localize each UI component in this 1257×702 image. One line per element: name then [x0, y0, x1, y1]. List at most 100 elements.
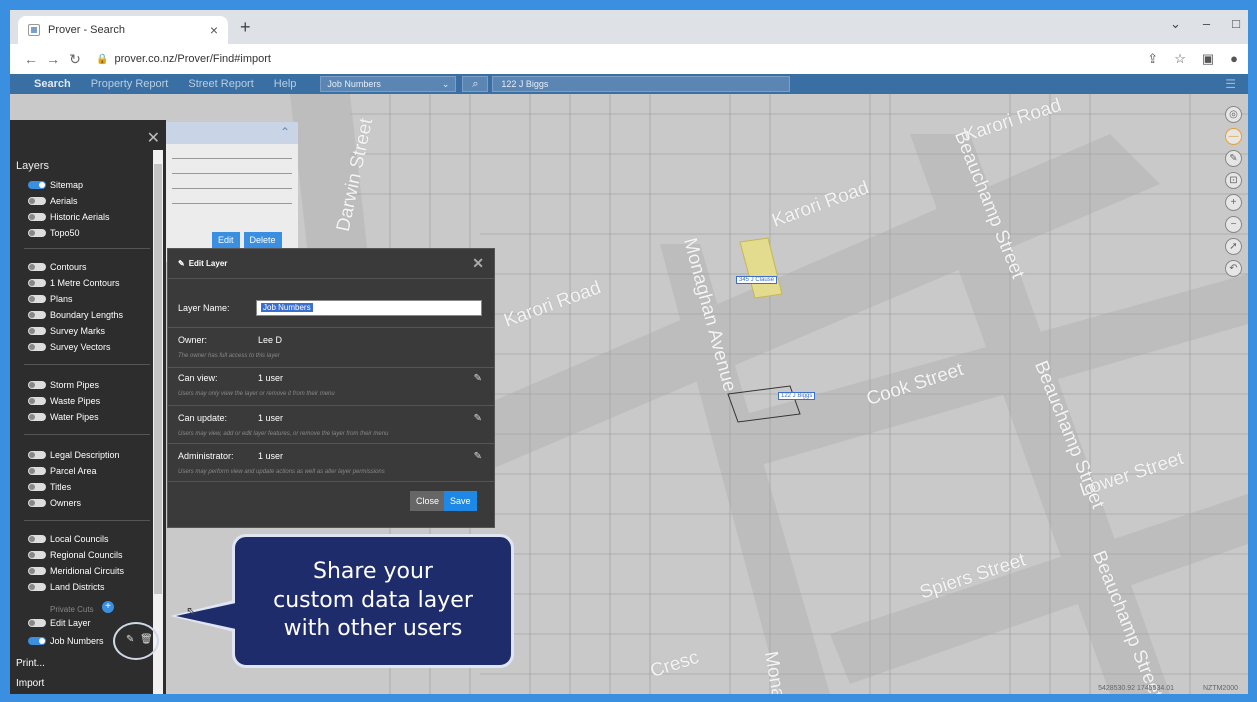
layer-toggle[interactable]: Meridional Circuits: [28, 566, 124, 576]
sidepanel-icon[interactable]: ▣: [1202, 51, 1214, 67]
toggle-icon[interactable]: [28, 451, 46, 459]
layer-toggle[interactable]: Storm Pipes: [28, 380, 99, 390]
url-field[interactable]: 🔒 prover.co.nz/Prover/Find#import: [96, 53, 271, 65]
toggle-icon[interactable]: [28, 583, 46, 591]
job-tag[interactable]: 345 J Clause: [736, 276, 778, 284]
toggle-icon[interactable]: [28, 295, 46, 303]
toggle-icon[interactable]: [28, 397, 46, 405]
toggle-icon[interactable]: [28, 499, 46, 507]
toggle-icon[interactable]: [28, 467, 46, 475]
layer-toggle[interactable]: Waste Pipes: [28, 396, 100, 406]
menu-street-report[interactable]: Street Report: [178, 78, 263, 90]
toggle-icon[interactable]: [28, 381, 46, 389]
toggle-icon[interactable]: [28, 327, 46, 335]
layer-toggle[interactable]: Job Numbers: [28, 636, 104, 646]
tab-close-icon[interactable]: ×: [210, 22, 218, 38]
edit-view-permission-icon[interactable]: ✎: [474, 373, 482, 384]
tab-list-icon[interactable]: ⌄: [1170, 16, 1181, 32]
panel-scrollbar[interactable]: [153, 150, 163, 694]
layer-toggle[interactable]: Survey Marks: [28, 326, 105, 336]
toggle-icon[interactable]: [28, 311, 46, 319]
locate-icon[interactable]: ➚: [1225, 238, 1242, 255]
bookmark-star-icon[interactable]: ☆: [1174, 51, 1186, 67]
menu-help[interactable]: Help: [264, 78, 307, 90]
minimize-button[interactable]: –: [1203, 16, 1210, 32]
browser-actions: ⇪ ☆ ▣ ●: [1147, 51, 1238, 67]
layer-toggle[interactable]: Titles: [28, 482, 71, 492]
menu-property-report[interactable]: Property Report: [81, 78, 179, 90]
layer-toggle[interactable]: Topo50: [28, 228, 80, 238]
toggle-icon[interactable]: [28, 213, 46, 221]
layer-toggle[interactable]: Aerials: [28, 196, 78, 206]
toggle-icon[interactable]: [28, 551, 46, 559]
layer-toggle[interactable]: Land Districts: [28, 582, 105, 592]
layer-toggle[interactable]: Survey Vectors: [28, 342, 111, 352]
coordinate-readout: 5428530.92 1745534.01: [1098, 685, 1174, 692]
layer-toggle[interactable]: Plans: [28, 294, 73, 304]
layer-toggle[interactable]: Contours: [28, 262, 87, 272]
layer-toggle[interactable]: Boundary Lengths: [28, 310, 123, 320]
results-header[interactable]: ⌃: [166, 122, 298, 144]
close-button[interactable]: Close: [410, 491, 446, 511]
chevron-up-icon[interactable]: ⌃: [280, 125, 290, 139]
share-icon[interactable]: ⇪: [1147, 51, 1158, 67]
layer-select-dropdown[interactable]: Job Numbers ⌄: [320, 76, 457, 92]
toggle-icon[interactable]: [28, 181, 46, 189]
measure-icon[interactable]: —: [1225, 128, 1242, 145]
forward-icon[interactable]: →: [42, 51, 64, 67]
toggle-icon[interactable]: [28, 413, 46, 421]
toggle-icon[interactable]: [28, 619, 46, 627]
toggle-icon[interactable]: [28, 483, 46, 491]
toggle-icon[interactable]: [28, 567, 46, 575]
compass-icon[interactable]: ◎: [1225, 106, 1242, 123]
save-button[interactable]: Save: [444, 491, 477, 511]
toggle-icon[interactable]: [28, 343, 46, 351]
import-link[interactable]: Import: [16, 678, 44, 689]
toggle-icon[interactable]: [28, 279, 46, 287]
layer-toggle[interactable]: Local Councils: [28, 534, 109, 544]
search-icon[interactable]: ⌕: [462, 76, 489, 92]
menu-search[interactable]: Search: [24, 78, 81, 90]
tab-title: Prover - Search: [48, 24, 126, 36]
edit-button[interactable]: Edit: [212, 232, 240, 248]
layer-toggle[interactable]: Historic Aerials: [28, 212, 110, 222]
new-tab-button[interactable]: +: [240, 17, 251, 38]
search-input[interactable]: 122 J Biggs: [492, 76, 791, 92]
zoom-out-icon[interactable]: −: [1225, 216, 1242, 233]
hamburger-menu-icon[interactable]: ☰: [1225, 77, 1236, 91]
profile-icon[interactable]: ●: [1230, 51, 1238, 67]
toggle-icon[interactable]: [28, 263, 46, 271]
toggle-icon[interactable]: [28, 535, 46, 543]
edit-update-permission-icon[interactable]: ✎: [474, 413, 482, 424]
back-icon[interactable]: ←: [20, 51, 42, 67]
layer-toggle[interactable]: Sitemap: [28, 180, 83, 190]
layer-toggle[interactable]: Legal Description: [28, 450, 120, 460]
toggle-icon[interactable]: [28, 229, 46, 237]
close-icon[interactable]: ✕: [472, 255, 484, 272]
owner-label: Owner:: [178, 335, 208, 345]
delete-button[interactable]: Delete: [243, 232, 282, 248]
layer-toggle[interactable]: Water Pipes: [28, 412, 99, 422]
layer-toggle[interactable]: Regional Councils: [28, 550, 123, 560]
toggle-icon[interactable]: [28, 197, 46, 205]
undo-icon[interactable]: ↶: [1225, 260, 1242, 277]
maximize-button[interactable]: □: [1232, 16, 1240, 32]
zoom-box-icon[interactable]: ⊡: [1225, 172, 1242, 189]
pencil-icon[interactable]: ✎: [1225, 150, 1242, 167]
layer-toggle[interactable]: 1 Metre Contours: [28, 278, 120, 288]
callout-line: custom data layer: [273, 587, 473, 613]
layer-toggle[interactable]: Edit Layer: [28, 618, 91, 628]
zoom-in-icon[interactable]: +: [1225, 194, 1242, 211]
close-icon[interactable]: ✕: [147, 128, 160, 148]
layer-toggle[interactable]: Parcel Area: [28, 466, 97, 476]
toggle-icon[interactable]: [28, 637, 46, 645]
reload-icon[interactable]: ↻: [64, 51, 86, 68]
edit-admin-permission-icon[interactable]: ✎: [474, 451, 482, 462]
layer-name-input[interactable]: Job Numbers: [256, 300, 482, 316]
browser-tab[interactable]: Prover - Search ×: [18, 16, 228, 44]
private-cuts-label: Private Cuts: [50, 605, 94, 614]
add-layer-icon[interactable]: +: [102, 601, 114, 613]
print-link[interactable]: Print...: [16, 658, 45, 669]
layer-toggle[interactable]: Owners: [28, 498, 81, 508]
job-tag[interactable]: 122 J Biggs: [778, 392, 816, 400]
